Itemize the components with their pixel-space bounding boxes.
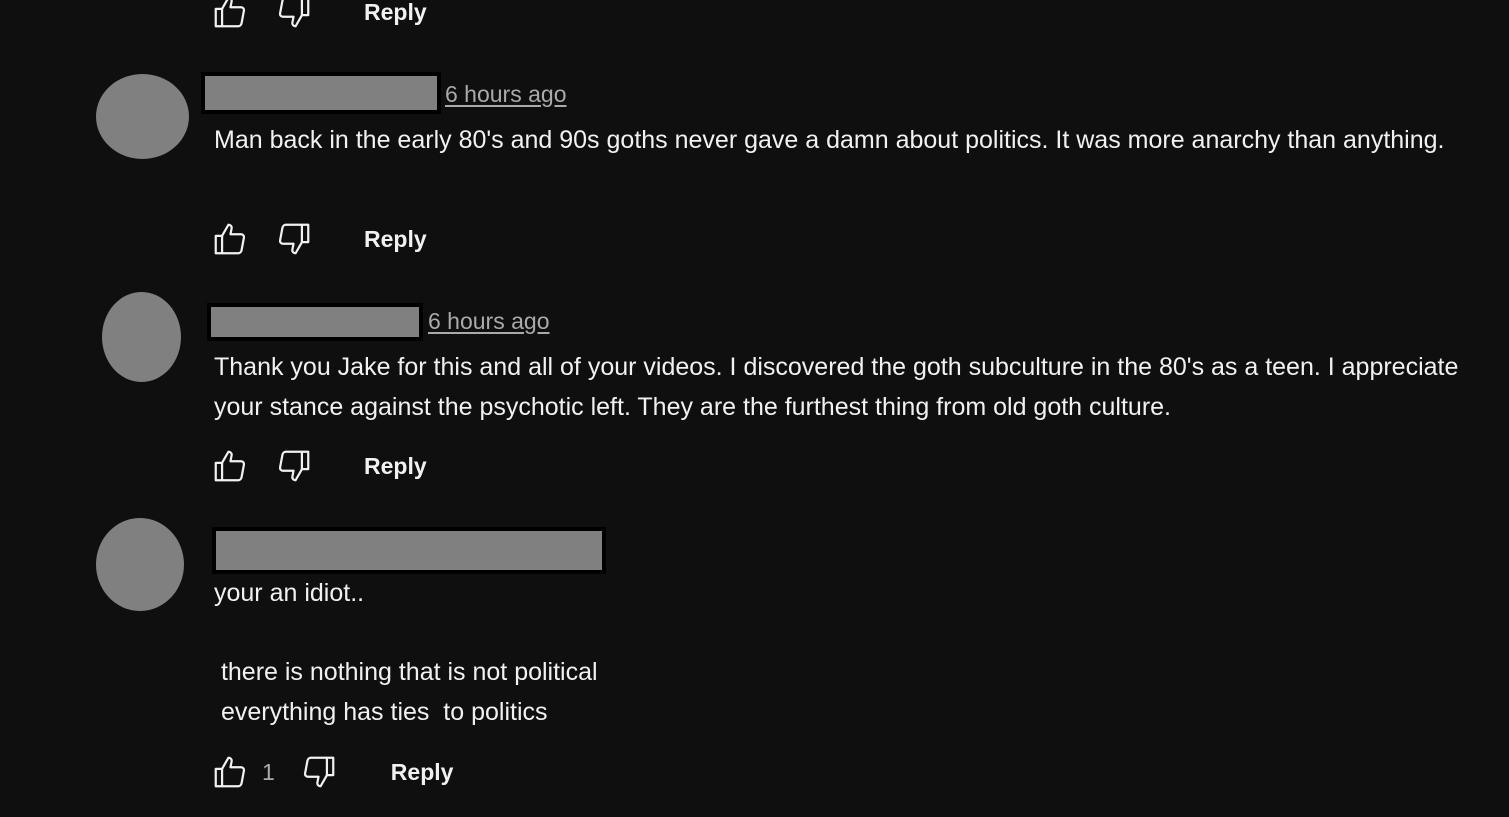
redacted-username <box>207 303 423 341</box>
like-button[interactable] <box>210 0 250 32</box>
thumb-down-icon <box>278 0 310 28</box>
comment-text: your an idiot.. there is nothing that is… <box>214 579 598 726</box>
reply-button[interactable]: Reply <box>391 759 454 786</box>
thumb-down-icon <box>278 223 310 255</box>
avatar[interactable] <box>102 292 181 382</box>
thumb-down-icon <box>303 756 335 788</box>
comment-actions: Reply <box>210 219 427 259</box>
thumb-down-icon <box>278 450 310 482</box>
comment-actions: 1 Reply <box>210 752 453 792</box>
like-button[interactable] <box>210 446 250 486</box>
like-button[interactable] <box>210 219 250 259</box>
avatar[interactable] <box>96 518 184 611</box>
like-button[interactable] <box>210 752 250 792</box>
thumb-up-icon <box>214 756 246 788</box>
dislike-button[interactable] <box>274 0 314 32</box>
dislike-button[interactable] <box>299 752 339 792</box>
thumb-up-icon <box>214 0 246 28</box>
comment-timestamp[interactable]: 6 hours ago <box>445 81 566 108</box>
redacted-username <box>201 72 441 114</box>
comment-text: Thank you Jake for this and all of your … <box>214 353 1466 421</box>
comment-actions: Reply <box>210 0 427 32</box>
dislike-button[interactable] <box>274 219 314 259</box>
redacted-username <box>212 527 606 574</box>
thumb-up-icon <box>214 450 246 482</box>
comment-actions: Reply <box>210 446 427 486</box>
avatar[interactable] <box>96 74 189 159</box>
reply-button[interactable]: Reply <box>364 453 427 480</box>
reply-button[interactable]: Reply <box>364 226 427 253</box>
reply-button[interactable]: Reply <box>364 0 427 26</box>
dislike-button[interactable] <box>274 446 314 486</box>
like-count: 1 <box>262 758 275 785</box>
comment-text: Man back in the early 80's and 90s goths… <box>214 126 1445 154</box>
comment-timestamp[interactable]: 6 hours ago <box>428 308 549 335</box>
thumb-up-icon <box>214 223 246 255</box>
comments-section: Reply 6 hours ago Man back in the early … <box>0 0 1509 817</box>
